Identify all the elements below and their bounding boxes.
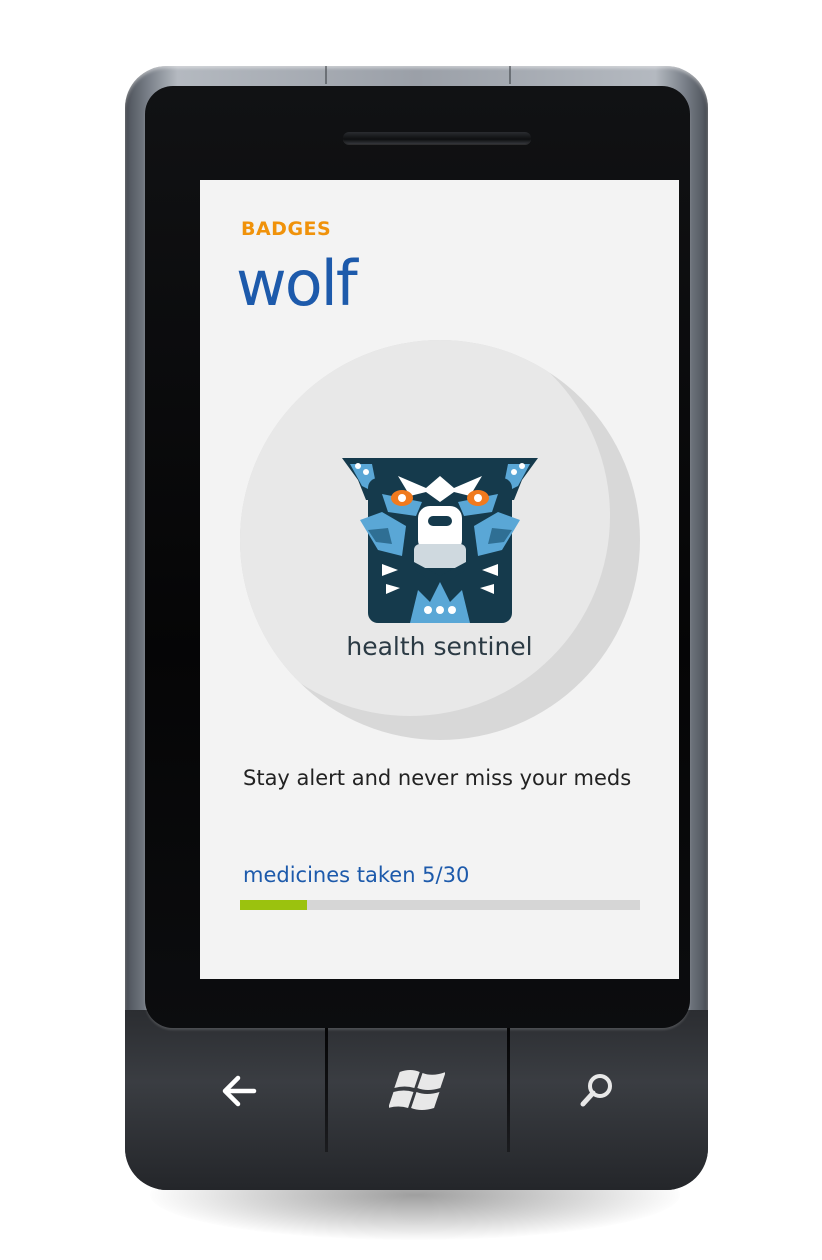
wolf-totem-icon (342, 458, 538, 623)
stage: BADGES wolf health sentinel Stay alert a… (0, 0, 822, 1260)
search-icon (580, 1074, 612, 1107)
badge-name: health sentinel (346, 632, 533, 661)
page-header-label: BADGES (241, 218, 332, 240)
case-seam (509, 66, 511, 84)
earpiece-speaker (343, 132, 531, 144)
case-seam (325, 66, 327, 84)
progress-bar (240, 900, 640, 910)
progress-bar-fill (240, 900, 307, 910)
phone-bezel: BADGES wolf health sentinel Stay alert a… (145, 86, 690, 1028)
progress-label: medicines taken 5/30 (243, 863, 470, 887)
search-button[interactable] (542, 1056, 652, 1126)
badge-description: Stay alert and never miss your meds (243, 766, 632, 790)
start-button[interactable] (362, 1056, 472, 1126)
page-title: wolf (236, 247, 358, 320)
phone-device: BADGES wolf health sentinel Stay alert a… (125, 66, 708, 1190)
button-divider (325, 1028, 328, 1152)
button-divider (507, 1028, 510, 1152)
back-button[interactable] (185, 1056, 295, 1126)
app-screen: BADGES wolf health sentinel Stay alert a… (200, 180, 679, 979)
back-arrow-icon (222, 1075, 257, 1107)
windows-logo-icon (389, 1070, 445, 1110)
